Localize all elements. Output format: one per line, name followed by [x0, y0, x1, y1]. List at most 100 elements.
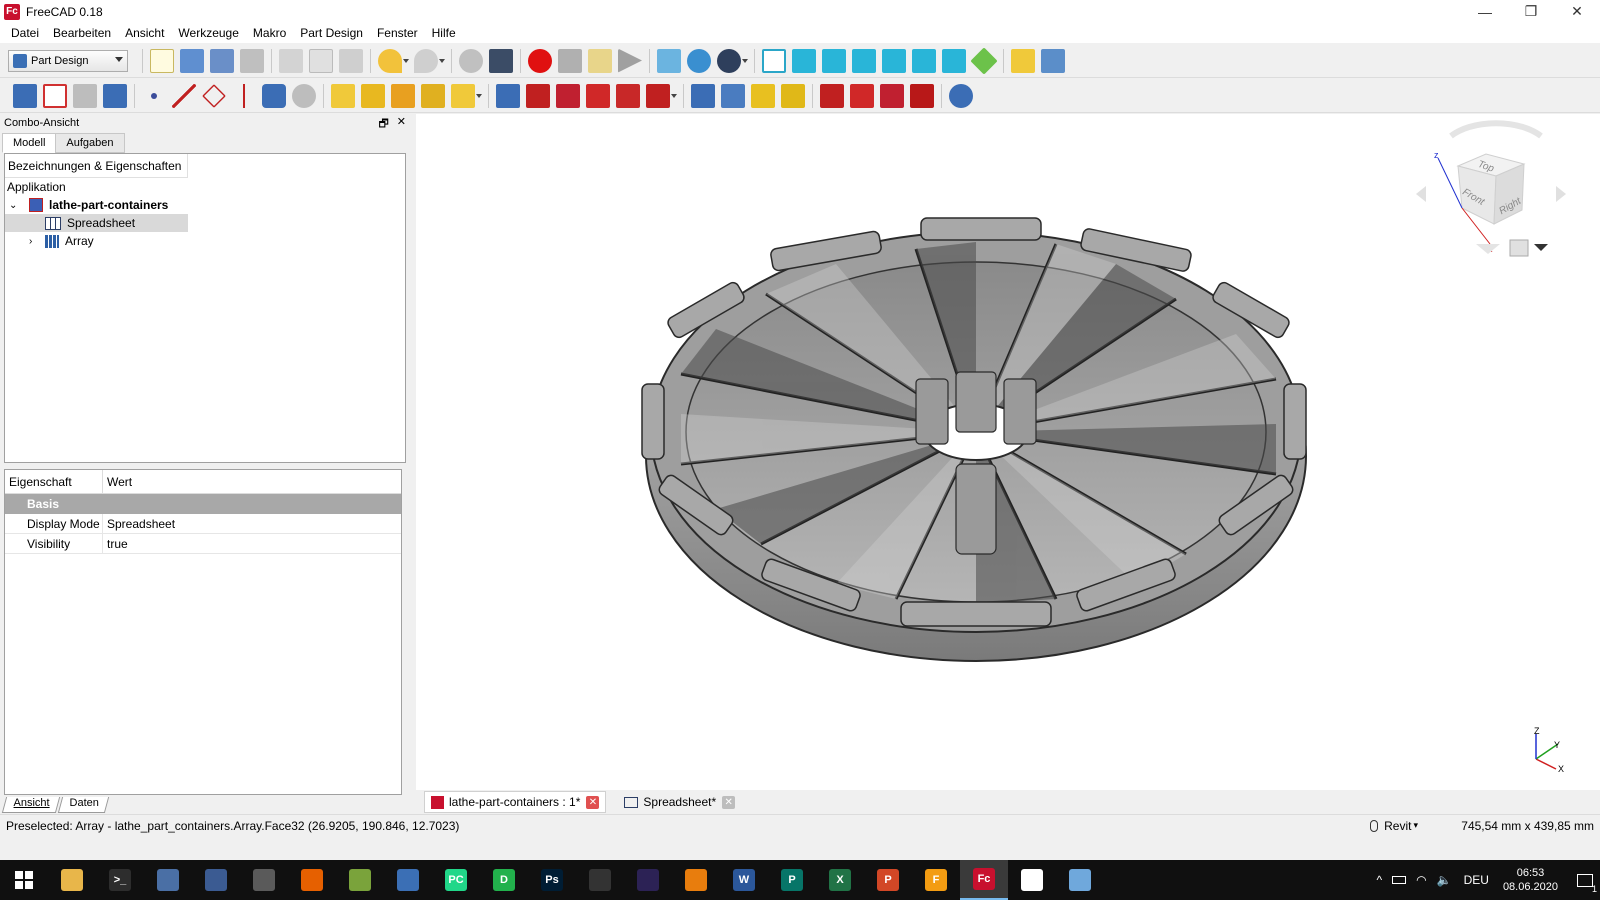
cut-icon[interactable] [279, 48, 303, 73]
new-document-icon[interactable] [150, 48, 174, 73]
menu-bearbeiten[interactable]: Bearbeiten [46, 26, 118, 40]
copy-icon[interactable] [309, 48, 333, 73]
property-group-basis[interactable]: Basis [5, 494, 401, 514]
chevron-down-icon[interactable]: ⌄ [9, 200, 23, 211]
whats-this-help-icon[interactable] [489, 48, 513, 73]
create-part-icon[interactable] [1011, 48, 1035, 73]
menu-ansicht[interactable]: Ansicht [118, 26, 171, 40]
fillet-icon[interactable] [820, 83, 844, 108]
mirrored-icon[interactable] [691, 83, 715, 108]
taskbar-app-icon[interactable]: F [912, 860, 960, 900]
wifi-icon[interactable]: ◠ [1416, 873, 1426, 887]
tab-aufgaben[interactable]: Aufgaben [55, 133, 125, 153]
validate-sketch-icon[interactable] [103, 83, 127, 108]
redo-dropdown-icon[interactable] [439, 58, 445, 63]
front-view-icon[interactable] [792, 48, 816, 73]
taskbar-app-icon[interactable]: PC [432, 860, 480, 900]
property-row-visibility[interactable]: Visibility true [5, 534, 401, 554]
property-value[interactable]: Spreadsheet [103, 514, 175, 533]
local-coordinate-system-icon[interactable] [232, 83, 256, 108]
clock[interactable]: 06:53 08.06.2020 [1503, 866, 1558, 894]
create-sketch-icon[interactable] [43, 83, 67, 108]
close-tab-icon[interactable]: ✕ [586, 795, 600, 809]
taskbar-app-icon[interactable] [192, 860, 240, 900]
record-macro-icon[interactable] [528, 48, 552, 73]
redo-icon[interactable] [414, 48, 438, 73]
volume-icon[interactable]: 🔈 [1437, 873, 1452, 887]
left-view-icon[interactable] [942, 48, 966, 73]
chamfer-icon[interactable] [850, 83, 874, 108]
taskbar-app-icon[interactable] [48, 860, 96, 900]
isometric-view-icon[interactable] [762, 48, 786, 73]
3d-viewport[interactable]: Top Front Right x z X Y Z [416, 114, 1600, 790]
taskbar-app-icon[interactable] [672, 860, 720, 900]
property-value[interactable]: true [103, 534, 128, 553]
chevron-right-icon[interactable]: › [29, 236, 45, 247]
undo-icon[interactable] [378, 48, 402, 73]
bottom-view-icon[interactable] [912, 48, 936, 73]
taskbar-app-icon[interactable]: D [480, 860, 528, 900]
tab-ansicht[interactable]: Ansicht [1, 797, 61, 813]
taskbar-app-icon[interactable]: Ps [528, 860, 576, 900]
taskbar-app-icon[interactable] [1056, 860, 1104, 900]
undock-icon[interactable]: 🗗 [378, 115, 388, 134]
save-as-icon[interactable] [240, 48, 264, 73]
pad-icon[interactable] [331, 83, 355, 108]
shape-binder-icon[interactable] [262, 83, 286, 108]
restore-button[interactable]: ❐ [1508, 0, 1554, 23]
menu-datei[interactable]: Datei [4, 26, 46, 40]
subtractive-primitive-dropdown-icon[interactable] [671, 93, 677, 98]
taskbar-app-icon[interactable] [288, 860, 336, 900]
additive-pipe-icon[interactable] [421, 83, 445, 108]
datum-point-icon[interactable] [142, 84, 166, 108]
tree-item-spreadsheet[interactable]: Spreadsheet [5, 214, 188, 232]
tab-modell[interactable]: Modell [2, 133, 57, 153]
taskbar-app-icon[interactable] [336, 860, 384, 900]
refresh-icon[interactable] [459, 48, 483, 73]
draft-icon[interactable] [880, 83, 904, 108]
create-group-icon[interactable] [1041, 48, 1065, 73]
taskbar-app-icon[interactable]: W [720, 860, 768, 900]
menu-hilfe[interactable]: Hilfe [425, 26, 463, 40]
close-icon[interactable]: ✕ [397, 115, 406, 134]
multitransform-icon[interactable] [781, 83, 805, 108]
taskbar-app-icon[interactable]: Fc [960, 860, 1008, 900]
menu-fenster[interactable]: Fenster [370, 26, 425, 40]
stop-macro-icon[interactable] [558, 48, 582, 73]
pocket-icon[interactable] [496, 83, 520, 108]
taskbar-app-icon[interactable]: X [816, 860, 864, 900]
taskbar-app-icon[interactable] [144, 860, 192, 900]
rear-view-icon[interactable] [882, 48, 906, 73]
close-button[interactable]: ✕ [1554, 0, 1600, 23]
top-view-icon[interactable] [822, 48, 846, 73]
subtractive-primitive-icon[interactable] [646, 83, 670, 108]
save-icon[interactable] [210, 48, 234, 73]
taskbar-app-icon[interactable] [624, 860, 672, 900]
taskbar-app-icon[interactable] [1008, 860, 1056, 900]
minimize-button[interactable]: — [1462, 0, 1508, 23]
thickness-icon[interactable] [910, 83, 934, 108]
subtractive-pipe-icon[interactable] [616, 83, 640, 108]
windows-start-icon[interactable] [0, 860, 48, 900]
tree-item-document[interactable]: ⌄ lathe-part-containers [5, 196, 405, 214]
taskbar-app-icon[interactable] [384, 860, 432, 900]
tab-lathe-part-containers[interactable]: lathe-part-containers : 1* ✕ [424, 791, 607, 813]
notification-center-icon[interactable]: 1 [1570, 860, 1600, 900]
menu-werkzeuge[interactable]: Werkzeuge [171, 26, 245, 40]
tree-item-array[interactable]: › Array [5, 232, 405, 250]
create-body-icon[interactable] [13, 83, 37, 108]
paste-icon[interactable] [339, 48, 363, 73]
open-folder-icon[interactable] [180, 48, 204, 73]
polar-pattern-icon[interactable] [751, 83, 775, 108]
linear-pattern-icon[interactable] [721, 83, 745, 108]
menu-makro[interactable]: Makro [246, 26, 293, 40]
datum-line-icon[interactable] [172, 83, 196, 108]
boolean-icon[interactable] [949, 83, 973, 108]
edit-macro-icon[interactable] [588, 48, 612, 73]
fit-selection-icon[interactable] [687, 48, 711, 73]
subtractive-loft-icon[interactable] [586, 83, 610, 108]
taskbar-app-icon[interactable] [576, 860, 624, 900]
battery-icon[interactable] [1392, 876, 1407, 884]
taskbar-app-icon[interactable]: >_ [96, 860, 144, 900]
tab-spreadsheet[interactable]: Spreadsheet* ✕ [618, 791, 741, 813]
